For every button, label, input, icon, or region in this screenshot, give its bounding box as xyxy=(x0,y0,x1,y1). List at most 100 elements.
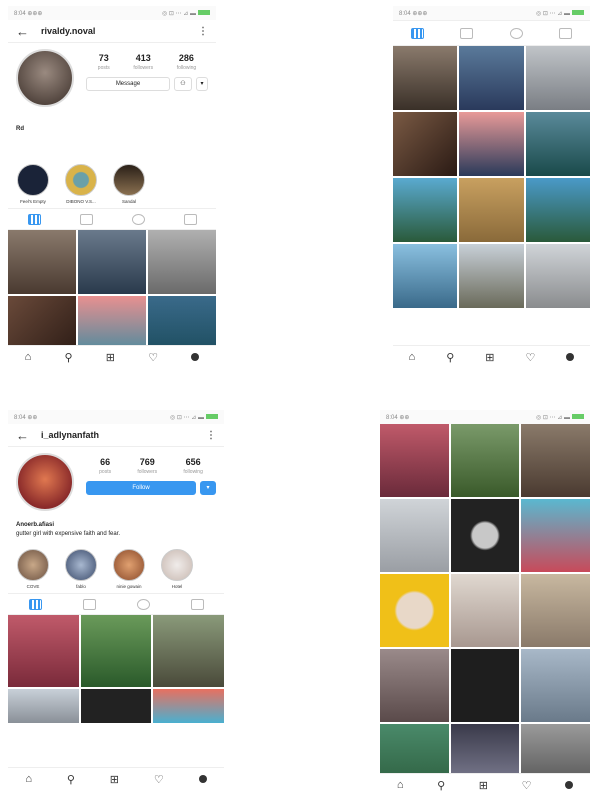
grid-photo[interactable] xyxy=(459,46,524,110)
new-post-icon[interactable]: ⊞ xyxy=(106,351,115,364)
grid-photo[interactable] xyxy=(393,112,458,176)
grid-photo[interactable] xyxy=(393,46,458,110)
grid-photo[interactable] xyxy=(380,424,449,497)
search-icon[interactable]: ⚲ xyxy=(446,351,454,364)
activity-heart-icon[interactable]: ♡ xyxy=(522,779,532,792)
igtv-tab-icon[interactable] xyxy=(136,598,150,610)
grid-photo[interactable] xyxy=(450,574,520,647)
tagged-tab-icon[interactable] xyxy=(183,213,197,225)
grid-photo[interactable] xyxy=(450,499,520,572)
search-icon[interactable]: ⚲ xyxy=(437,779,445,792)
highlight-item[interactable]: Hotel xyxy=(160,549,194,589)
grid-photo[interactable] xyxy=(380,574,449,647)
feed-tab-icon[interactable] xyxy=(79,213,93,225)
back-arrow-icon[interactable]: ← xyxy=(16,428,29,443)
new-post-icon[interactable]: ⊞ xyxy=(479,779,488,792)
grid-photo[interactable] xyxy=(459,178,524,242)
stat-following[interactable]: 286 following xyxy=(177,53,196,71)
highlight-item[interactable]: COVE xyxy=(16,549,50,589)
grid-photo[interactable] xyxy=(8,615,79,687)
highlight-item[interactable]: DIBONO V.S... xyxy=(64,164,98,204)
feed-tab-icon[interactable] xyxy=(460,27,474,39)
status-right: ◎ ⊡ ⋯ ⊿ ▬ xyxy=(536,414,584,421)
grid-tab-icon[interactable] xyxy=(27,213,41,225)
new-post-icon[interactable]: ⊞ xyxy=(110,773,119,786)
grid-photo[interactable] xyxy=(80,615,152,687)
grid-tab-icon[interactable] xyxy=(28,598,42,610)
stat-posts[interactable]: 66 posts xyxy=(99,457,111,475)
profile-icon[interactable] xyxy=(198,775,207,783)
battery-icon xyxy=(572,414,584,420)
grid-photo[interactable] xyxy=(450,649,520,722)
profile-icon[interactable] xyxy=(566,353,575,361)
avatar[interactable] xyxy=(16,453,74,511)
grid-photo[interactable] xyxy=(153,689,224,723)
igtv-tab-icon[interactable] xyxy=(131,213,145,225)
igtv-tab-icon[interactable] xyxy=(509,27,523,39)
highlight-item[interactable]: Feel's Empty xyxy=(16,164,50,204)
back-arrow-icon[interactable]: ← xyxy=(16,24,29,39)
profile-username: rivaldy.noval xyxy=(41,26,96,36)
grid-photo[interactable] xyxy=(380,499,449,572)
highlight-item[interactable]: Sandal xyxy=(112,164,146,204)
grid-photo[interactable] xyxy=(153,615,224,687)
search-icon[interactable]: ⚲ xyxy=(67,773,75,786)
grid-photo[interactable] xyxy=(78,230,146,294)
search-icon[interactable]: ⚲ xyxy=(65,351,73,364)
grid-photo[interactable] xyxy=(80,689,152,723)
message-button[interactable]: Message xyxy=(86,77,170,91)
profile-header: ← rivaldy.noval ⋮ xyxy=(8,20,216,43)
stat-following[interactable]: 656 following xyxy=(183,457,202,475)
grid-photo[interactable] xyxy=(380,649,449,722)
highlight-item[interactable]: ninie gowain xyxy=(112,549,146,589)
photo-grid xyxy=(8,230,216,360)
grid-photo[interactable] xyxy=(525,46,590,110)
bottom-navigation: ⌂ ⚲ ⊞ ♡ xyxy=(8,767,224,790)
grid-photo[interactable] xyxy=(525,178,590,242)
story-highlights: Feel's Empty DIBONO V.S... Sandal xyxy=(8,158,216,208)
home-icon[interactable]: ⌂ xyxy=(409,351,416,363)
grid-photo[interactable] xyxy=(393,244,458,308)
grid-photo[interactable] xyxy=(8,230,76,294)
grid-photo[interactable] xyxy=(148,230,216,294)
grid-photo[interactable] xyxy=(459,244,524,308)
grid-photo[interactable] xyxy=(525,112,590,176)
activity-heart-icon[interactable]: ♡ xyxy=(154,773,164,786)
highlight-item[interactable]: fablo xyxy=(64,549,98,589)
tagged-tab-icon[interactable] xyxy=(558,27,572,39)
suggestions-button[interactable]: ▾ xyxy=(200,481,216,495)
stat-posts[interactable]: 73 posts xyxy=(98,53,110,71)
grid-photo[interactable] xyxy=(450,424,520,497)
home-icon[interactable]: ⌂ xyxy=(397,779,404,791)
story-highlights: COVE fablo ninie gowain Hotel xyxy=(8,543,224,593)
grid-photo[interactable] xyxy=(525,244,590,308)
status-left: 8:04 ⊕⊕ xyxy=(386,414,410,421)
profile-icon[interactable] xyxy=(191,353,200,361)
suggestions-button[interactable]: ▾ xyxy=(196,77,208,91)
tagged-tab-icon[interactable] xyxy=(190,598,204,610)
grid-photo[interactable] xyxy=(8,689,79,723)
grid-photo[interactable] xyxy=(521,574,590,647)
new-post-icon[interactable]: ⊞ xyxy=(485,351,494,364)
grid-photo[interactable] xyxy=(521,499,590,572)
feed-tab-icon[interactable] xyxy=(82,598,96,610)
activity-heart-icon[interactable]: ♡ xyxy=(148,351,158,364)
more-options-icon[interactable]: ⋮ xyxy=(198,26,208,37)
avatar[interactable] xyxy=(16,49,74,107)
home-icon[interactable]: ⌂ xyxy=(25,773,32,785)
grid-photo[interactable] xyxy=(521,649,590,722)
stat-followers[interactable]: 769 followers xyxy=(137,457,157,475)
stat-followers[interactable]: 413 followers xyxy=(133,53,153,71)
follow-status-button[interactable]: ⚇ xyxy=(174,77,192,91)
more-options-icon[interactable]: ⋮ xyxy=(206,430,216,441)
follow-button[interactable]: Follow xyxy=(86,481,196,495)
activity-heart-icon[interactable]: ♡ xyxy=(526,351,536,364)
profile-stats: 66 posts 769 followers 656 following Follow… xyxy=(86,453,216,511)
home-icon[interactable]: ⌂ xyxy=(25,351,32,363)
grid-photo[interactable] xyxy=(459,112,524,176)
profile-tabs xyxy=(393,20,590,46)
grid-photo[interactable] xyxy=(521,424,590,497)
grid-photo[interactable] xyxy=(393,178,458,242)
grid-tab-icon[interactable] xyxy=(411,27,425,39)
profile-icon[interactable] xyxy=(565,781,574,789)
